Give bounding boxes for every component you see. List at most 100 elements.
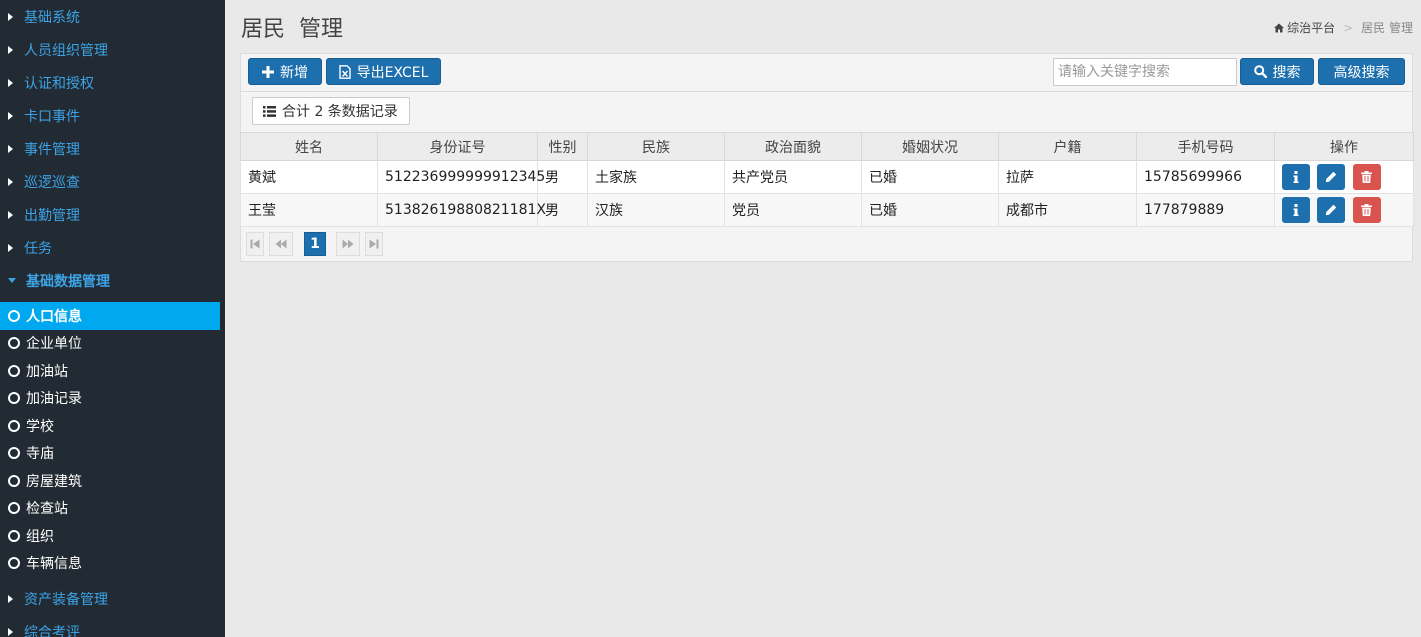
add-button[interactable]: 新增 [248, 58, 322, 85]
view-details-button[interactable] [1282, 197, 1310, 223]
sidebar-subitem-school[interactable]: 学校 [0, 412, 220, 440]
sidebar-subitem-label: 学校 [26, 418, 54, 435]
list-panel: 新增 导出EXCEL 搜索 高级搜索 合计 2 条数据记录 [240, 53, 1414, 262]
sidebar-item-label: 任务 [24, 240, 52, 257]
edit-button[interactable] [1317, 197, 1346, 223]
sidebar-subitem-enterprise[interactable]: 企业单位 [0, 330, 220, 358]
sidebar-subitem-buildings[interactable]: 房屋建筑 [0, 467, 220, 495]
circle-icon [8, 557, 20, 570]
column-header-phone[interactable]: 手机号码 [1136, 132, 1275, 161]
export-excel-button-label: 导出EXCEL [356, 64, 429, 81]
add-button-label: 新增 [280, 64, 308, 81]
cell-household: 成都市 [998, 193, 1137, 227]
sidebar-item-assets[interactable]: 资产装备管理 [0, 582, 225, 615]
toolbar: 新增 导出EXCEL 搜索 高级搜索 [241, 54, 1412, 92]
breadcrumb-home[interactable]: 综治平台 [1274, 19, 1335, 36]
page-title: 居民 管理 [241, 17, 343, 42]
sidebar-subitem-label: 加油记录 [26, 391, 82, 408]
cell-phone: 15785699966 [1136, 160, 1275, 194]
sidebar-item-label: 资产装备管理 [24, 591, 108, 608]
table-header-row: 姓名 身份证号 性别 民族 政治面貌 婚姻状况 户籍 手机号码 操作 [240, 132, 1414, 161]
sidebar-subitem-checkpoint[interactable]: 检查站 [0, 495, 220, 523]
column-header-household[interactable]: 户籍 [998, 132, 1137, 161]
sidebar-item-label: 认证和授权 [24, 75, 94, 92]
sidebar: 基础系统 人员组织管理 认证和授权 卡口事件 事件管理 巡逻巡查 出勤管理 任务… [0, 0, 225, 637]
circle-icon [8, 364, 20, 377]
column-header-actions: 操作 [1274, 132, 1414, 161]
edit-button[interactable] [1317, 164, 1346, 190]
caret-right-icon [8, 627, 13, 636]
column-header-name[interactable]: 姓名 [240, 132, 378, 161]
view-details-button[interactable] [1282, 164, 1310, 190]
sidebar-subitem-refuel-records[interactable]: 加油记录 [0, 385, 220, 413]
breadcrumb: 综治平台 > 居民 管理 [1274, 19, 1413, 36]
sidebar-subitem-gas-station[interactable]: 加油站 [0, 357, 220, 385]
delete-button[interactable] [1352, 197, 1381, 223]
export-excel-button[interactable]: 导出EXCEL [326, 58, 441, 85]
sidebar-item-checkpoint-events[interactable]: 卡口事件 [0, 99, 225, 132]
sidebar-item-attendance[interactable]: 出勤管理 [0, 198, 225, 231]
delete-button[interactable] [1352, 164, 1381, 190]
caret-down-icon [8, 278, 16, 283]
sidebar-subitem-label: 房屋建筑 [26, 473, 82, 490]
caret-right-icon [8, 111, 13, 120]
breadcrumb-current: 居民 管理 [1361, 21, 1413, 35]
column-header-ethnicity[interactable]: 民族 [587, 132, 725, 161]
circle-icon [8, 502, 20, 515]
sidebar-item-label: 巡逻巡查 [24, 174, 80, 191]
caret-right-icon [8, 594, 13, 603]
table-row[interactable]: 王莹 51382619880821181X 男 汉族 党员 已婚 成都市 177… [240, 193, 1414, 227]
summary-row: 合计 2 条数据记录 [241, 92, 1412, 132]
column-header-id-number[interactable]: 身份证号 [377, 132, 538, 161]
first-page-button[interactable] [246, 232, 264, 256]
caret-right-icon [8, 243, 13, 252]
column-header-gender[interactable]: 性别 [537, 132, 588, 161]
sidebar-item-auth[interactable]: 认证和授权 [0, 66, 225, 99]
current-page-button[interactable]: 1 [304, 232, 326, 256]
sidebar-subitem-label: 寺庙 [26, 446, 54, 463]
sidebar-subitem-population[interactable]: 人口信息 [0, 302, 220, 330]
info-icon [1293, 204, 1299, 216]
table-row[interactable]: 黄斌 512236999999912345 男 土家族 共产党员 已婚 拉萨 1… [240, 160, 1414, 194]
sidebar-subitem-label: 组织 [26, 528, 54, 545]
last-page-button[interactable] [365, 232, 383, 256]
pagination: 1 [246, 232, 388, 256]
previous-page-button[interactable] [269, 232, 293, 256]
sidebar-item-basic-system[interactable]: 基础系统 [0, 0, 225, 33]
sidebar-item-basic-data[interactable]: 基础数据管理 [0, 264, 225, 297]
column-header-marital-status[interactable]: 婚姻状况 [861, 132, 999, 161]
trash-icon [1361, 204, 1373, 216]
sidebar-item-label: 卡口事件 [24, 108, 80, 125]
cell-name: 黄斌 [240, 160, 378, 194]
sidebar-subitem-vehicles[interactable]: 车辆信息 [0, 550, 220, 578]
next-page-button[interactable] [336, 232, 360, 256]
main-content: 居民 管理 综治平台 > 居民 管理 新增 导出EXCEL 搜索 高级搜索 [225, 0, 1421, 637]
column-header-political-status[interactable]: 政治面貌 [724, 132, 862, 161]
caret-right-icon [8, 12, 13, 21]
cell-actions [1274, 160, 1414, 194]
sidebar-item-evaluation[interactable]: 综合考评 [0, 615, 225, 637]
rewind-icon [275, 239, 287, 249]
sidebar-item-patrol[interactable]: 巡逻巡查 [0, 165, 225, 198]
sidebar-subitem-organization[interactable]: 组织 [0, 522, 220, 550]
sidebar-subitem-temple[interactable]: 寺庙 [0, 440, 220, 468]
cell-actions [1274, 193, 1414, 227]
sidebar-item-personnel-org[interactable]: 人员组织管理 [0, 33, 225, 66]
last-page-icon [369, 239, 379, 249]
cell-id-number: 512236999999912345 [377, 160, 545, 194]
sidebar-item-event-management[interactable]: 事件管理 [0, 132, 225, 165]
sidebar-item-label: 事件管理 [24, 141, 80, 158]
resident-table: 姓名 身份证号 性别 民族 政治面貌 婚姻状况 户籍 手机号码 操作 黄斌 51… [240, 132, 1414, 227]
home-icon [1274, 23, 1285, 32]
cell-id-number: 51382619880821181X [377, 193, 546, 227]
search-input[interactable] [1053, 58, 1237, 86]
search-button[interactable]: 搜索 [1240, 58, 1314, 85]
sidebar-item-label: 基础数据管理 [26, 273, 110, 290]
advanced-search-button[interactable]: 高级搜索 [1318, 58, 1405, 85]
sidebar-item-label: 综合考评 [24, 624, 80, 637]
info-icon [1293, 171, 1299, 183]
record-count-text: 合计 2 条数据记录 [282, 104, 398, 120]
circle-icon [8, 474, 20, 487]
cell-household: 拉萨 [998, 160, 1137, 194]
sidebar-item-tasks[interactable]: 任务 [0, 231, 225, 264]
